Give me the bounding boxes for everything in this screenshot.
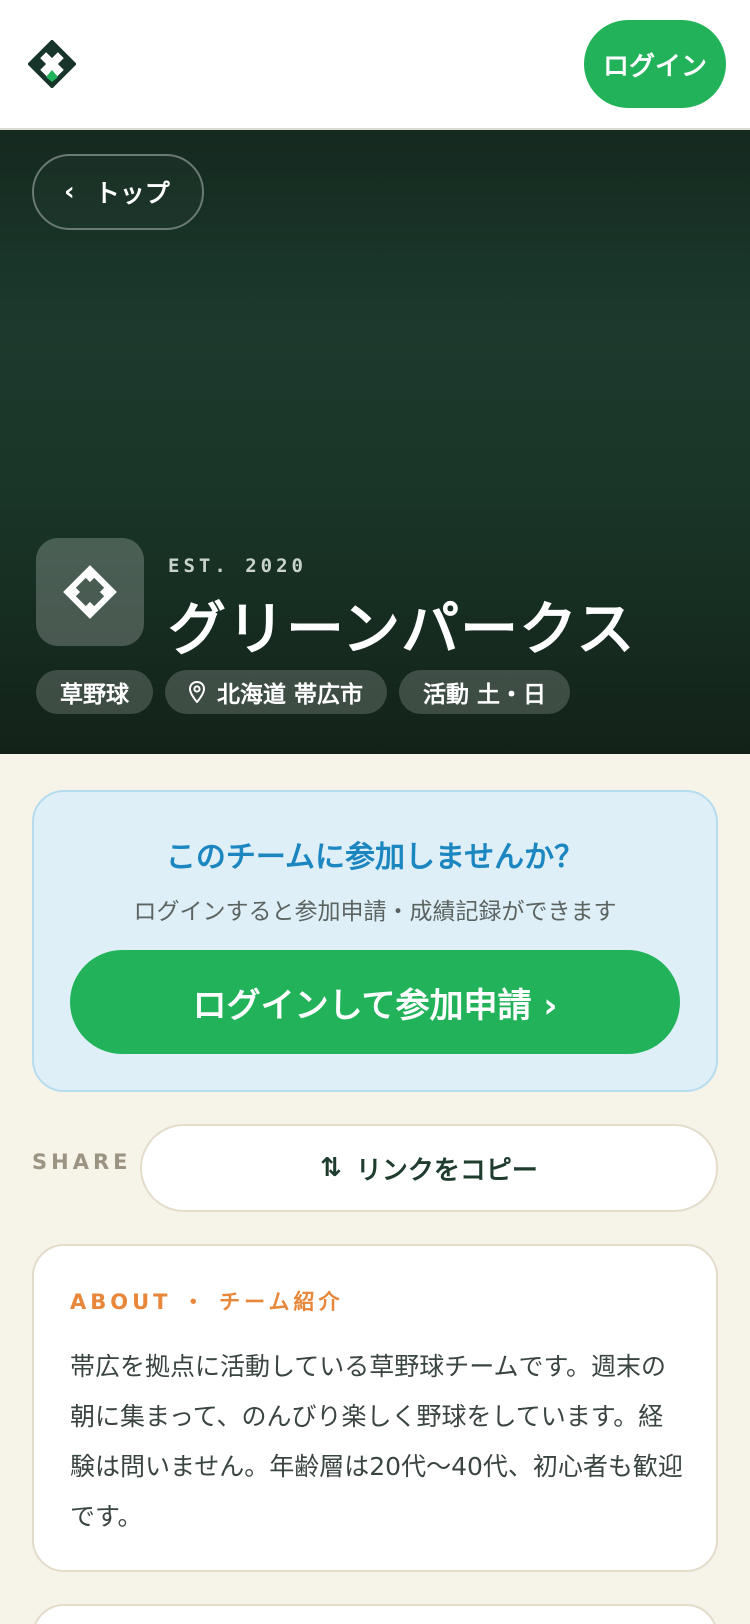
team-tags: 草野球 北海道 帯広市 活動 土・日 — [36, 670, 571, 714]
diamond-logo-icon[interactable] — [27, 39, 77, 89]
copy-link-label: リンクをコピー — [355, 1155, 538, 1186]
about-label: ABOUT ・ チーム紹介 — [70, 1290, 344, 1314]
tag-schedule: 活動 土・日 — [399, 670, 571, 714]
login-button[interactable]: ログイン — [584, 20, 726, 108]
team-emblem — [36, 538, 144, 646]
established-year: EST. 2020 — [168, 555, 307, 577]
join-subtitle: ログインすると参加申請・成績記録ができます — [133, 899, 617, 925]
chevron-left-icon: ‹ — [64, 177, 75, 207]
app-header: ログイン — [0, 0, 750, 130]
back-to-top-button[interactable]: ‹ トップ — [32, 154, 204, 230]
tag-location: 北海道 帯広市 — [165, 670, 388, 714]
back-label: トップ — [94, 179, 170, 208]
tag-location-label: 北海道 帯広市 — [217, 682, 364, 708]
about-card: ABOUT ・ チーム紹介 帯広を拠点に活動している草野球チームです。週末の朝に… — [32, 1244, 718, 1572]
team-name: グリーンパークス — [168, 595, 636, 663]
diamond-emblem-icon — [63, 565, 117, 619]
copy-link-button[interactable]: ⇅ リンクをコピー — [140, 1124, 718, 1212]
swap-arrows-icon: ⇅ — [320, 1153, 342, 1183]
location-pin-icon — [189, 681, 205, 703]
about-text: 帯広を拠点に活動している草野球チームです。週末の朝に集まって、のんびり楽しく野球… — [70, 1352, 683, 1531]
join-card: このチームに参加しませんか？ ログインすると参加申請・成績記録ができます ログイ… — [32, 790, 718, 1092]
next-card — [32, 1604, 718, 1624]
share-label: SHARE — [32, 1150, 132, 1174]
login-to-join-button[interactable]: ログインして参加申請 › — [70, 950, 680, 1054]
tag-category: 草野球 — [36, 670, 153, 714]
join-title: このチームに参加しませんか？ — [165, 840, 585, 875]
team-hero: ‹ トップ EST. 2020 グリーンパークス 草野球 北海道 帯広市 活動 … — [0, 130, 750, 754]
